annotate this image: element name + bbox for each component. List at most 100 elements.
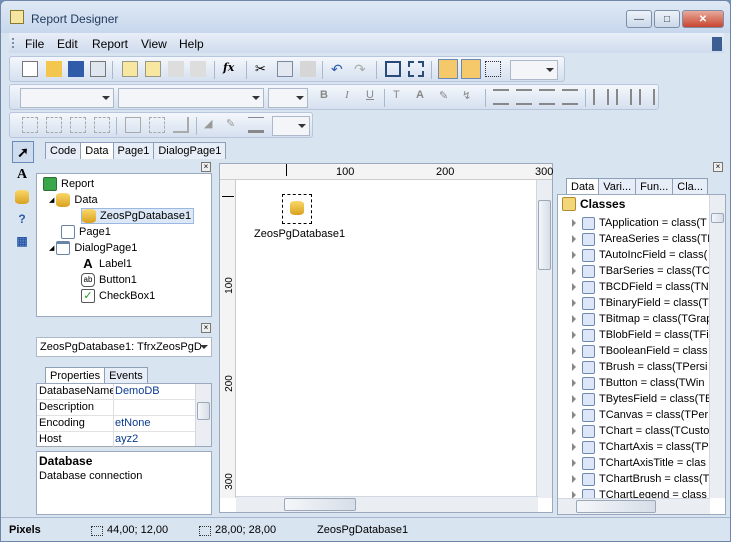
class-item[interactable]: TBytesField = class(TB bbox=[572, 391, 712, 407]
frame-top-icon[interactable] bbox=[22, 117, 38, 133]
highlight-icon[interactable]: ✎ bbox=[439, 89, 455, 105]
expand-icon[interactable] bbox=[572, 459, 576, 467]
property-row[interactable]: Encoding etNone bbox=[37, 416, 197, 432]
menu-report[interactable]: Report bbox=[92, 37, 128, 51]
property-row[interactable]: DatabaseName DemoDB bbox=[37, 384, 197, 400]
align-top-icon[interactable] bbox=[593, 89, 609, 105]
new-page-icon[interactable] bbox=[122, 61, 138, 77]
class-item[interactable]: TBCDField = class(TNu bbox=[572, 279, 715, 295]
expand-icon[interactable] bbox=[572, 443, 576, 451]
fit-to-grid-icon[interactable] bbox=[485, 61, 501, 77]
menu-overflow-icon[interactable] bbox=[712, 37, 722, 51]
tab-classes[interactable]: Cla... bbox=[672, 178, 708, 195]
cut-icon[interactable]: ✂ bbox=[255, 61, 271, 77]
class-item[interactable]: TBlobField = class(TFi bbox=[572, 327, 709, 343]
frame-left-icon[interactable] bbox=[70, 117, 86, 133]
expand-icon[interactable] bbox=[572, 299, 576, 307]
font-color-icon[interactable]: A bbox=[416, 89, 432, 105]
align-middle-icon[interactable] bbox=[616, 89, 632, 105]
expand-icon[interactable] bbox=[572, 267, 576, 275]
rotation-icon[interactable]: ↯ bbox=[462, 89, 478, 105]
expand-icon[interactable] bbox=[572, 411, 576, 419]
class-item[interactable]: TChartAxis = class(TP bbox=[572, 439, 709, 455]
class-item[interactable]: TChartBrush = class(T bbox=[572, 471, 709, 487]
expand-icon[interactable] bbox=[572, 475, 576, 483]
class-item[interactable]: TAreaSeries = class(TF bbox=[572, 231, 714, 247]
classes-vertical-scrollbar[interactable] bbox=[709, 195, 725, 498]
copy-icon[interactable] bbox=[277, 61, 293, 77]
align-left-icon[interactable] bbox=[493, 89, 509, 105]
tree-item-report[interactable]: Report bbox=[43, 177, 94, 191]
zoom-combo[interactable] bbox=[510, 60, 558, 80]
tree-item-data[interactable]: ◢ Data bbox=[49, 193, 98, 207]
tab-data-tree[interactable]: Data bbox=[566, 178, 600, 195]
align-to-grid-icon[interactable] bbox=[461, 59, 481, 79]
database-tool-icon[interactable] bbox=[12, 187, 32, 207]
query-tool-icon[interactable]: ? bbox=[12, 209, 32, 229]
font-style-combo[interactable] bbox=[20, 88, 114, 108]
menu-help[interactable]: Help bbox=[179, 37, 204, 51]
new-dialog-icon[interactable] bbox=[145, 61, 161, 77]
select-tool-icon[interactable]: ➚ bbox=[12, 141, 34, 163]
tab-data[interactable]: Data bbox=[80, 142, 114, 159]
table-tool-icon[interactable]: ▦ bbox=[12, 231, 32, 251]
expand-icon[interactable] bbox=[572, 251, 576, 259]
object-selector[interactable]: ZeosPgDatabase1: TfrxZeosPgD bbox=[36, 337, 212, 357]
align-right-icon[interactable] bbox=[539, 89, 555, 105]
font-settings-icon[interactable]: T bbox=[393, 89, 409, 105]
frame-width-combo[interactable] bbox=[272, 116, 310, 136]
zeospgdatabase1-component[interactable] bbox=[282, 194, 312, 224]
class-item[interactable]: TCanvas = class(TPer bbox=[572, 407, 708, 423]
class-item[interactable]: TBarSeries = class(TC bbox=[572, 263, 710, 279]
canvas-vertical-scrollbar[interactable] bbox=[536, 180, 552, 498]
frame-style-icon[interactable] bbox=[248, 117, 264, 133]
classes-horizontal-scrollbar[interactable] bbox=[558, 498, 710, 514]
class-item[interactable]: TChart = class(TCusto bbox=[572, 423, 709, 439]
tree-item-label1[interactable]: A Label1 bbox=[81, 257, 132, 271]
save-icon[interactable] bbox=[68, 61, 84, 77]
tab-code[interactable]: Code bbox=[45, 142, 82, 159]
delete-page-icon[interactable] bbox=[168, 61, 184, 77]
tree-item-dialogpage1[interactable]: ◢ DialogPage1 bbox=[49, 241, 137, 255]
class-item[interactable]: TBooleanField = class bbox=[572, 343, 708, 359]
tab-functions[interactable]: Fun... bbox=[635, 178, 674, 195]
tree-item-zeospgdatabase1[interactable]: ZeosPgDatabase1 bbox=[81, 208, 195, 224]
tab-variables[interactable]: Vari... bbox=[598, 178, 637, 195]
page-settings-icon[interactable] bbox=[190, 61, 206, 77]
tab-properties[interactable]: Properties bbox=[45, 367, 106, 384]
redo-icon[interactable]: ↷ bbox=[354, 61, 370, 77]
maximize-button[interactable]: □ bbox=[654, 10, 680, 28]
tree-close-icon[interactable]: × bbox=[201, 162, 211, 172]
frame-none-icon[interactable] bbox=[149, 117, 165, 133]
bold-icon[interactable]: B bbox=[316, 89, 332, 105]
class-item[interactable]: TAutoIncField = class( bbox=[572, 247, 707, 263]
function-icon[interactable]: fx bbox=[223, 61, 239, 77]
preview-icon[interactable] bbox=[90, 61, 106, 77]
expand-icon[interactable] bbox=[572, 283, 576, 291]
frame-color-icon[interactable]: ✎ bbox=[226, 117, 242, 133]
ungroup-icon[interactable] bbox=[408, 61, 424, 77]
fill-color-icon[interactable]: ◢ bbox=[204, 117, 220, 133]
font-size-combo[interactable] bbox=[268, 88, 308, 108]
menu-file[interactable]: File bbox=[25, 37, 44, 51]
tab-dialogpage1[interactable]: DialogPage1 bbox=[153, 142, 227, 159]
show-grid-icon[interactable] bbox=[438, 59, 458, 79]
class-item[interactable]: TButton = class(TWin bbox=[572, 375, 704, 391]
class-item[interactable]: TBitmap = class(TGrap bbox=[572, 311, 712, 327]
expand-icon[interactable] bbox=[572, 395, 576, 403]
property-row[interactable]: Host ayz2 bbox=[37, 432, 197, 448]
tree-item-button1[interactable]: ab Button1 bbox=[81, 273, 137, 287]
close-button[interactable]: ✕ bbox=[682, 10, 724, 28]
menu-edit[interactable]: Edit bbox=[57, 37, 78, 51]
right-panel-close-icon[interactable]: × bbox=[713, 162, 723, 172]
undo-icon[interactable]: ↶ bbox=[331, 61, 347, 77]
class-item[interactable]: TChartAxisTitle = clas bbox=[572, 455, 706, 471]
shadow-icon[interactable] bbox=[173, 117, 189, 133]
class-item[interactable]: TBrush = class(TPersi bbox=[572, 359, 708, 375]
tree-item-page1[interactable]: Page1 bbox=[61, 225, 111, 239]
class-item[interactable]: TBinaryField = class(T bbox=[572, 295, 709, 311]
text-tool-icon[interactable]: A bbox=[12, 165, 32, 185]
expand-icon[interactable] bbox=[572, 347, 576, 355]
expand-icon[interactable] bbox=[572, 219, 576, 227]
expand-icon[interactable] bbox=[572, 315, 576, 323]
